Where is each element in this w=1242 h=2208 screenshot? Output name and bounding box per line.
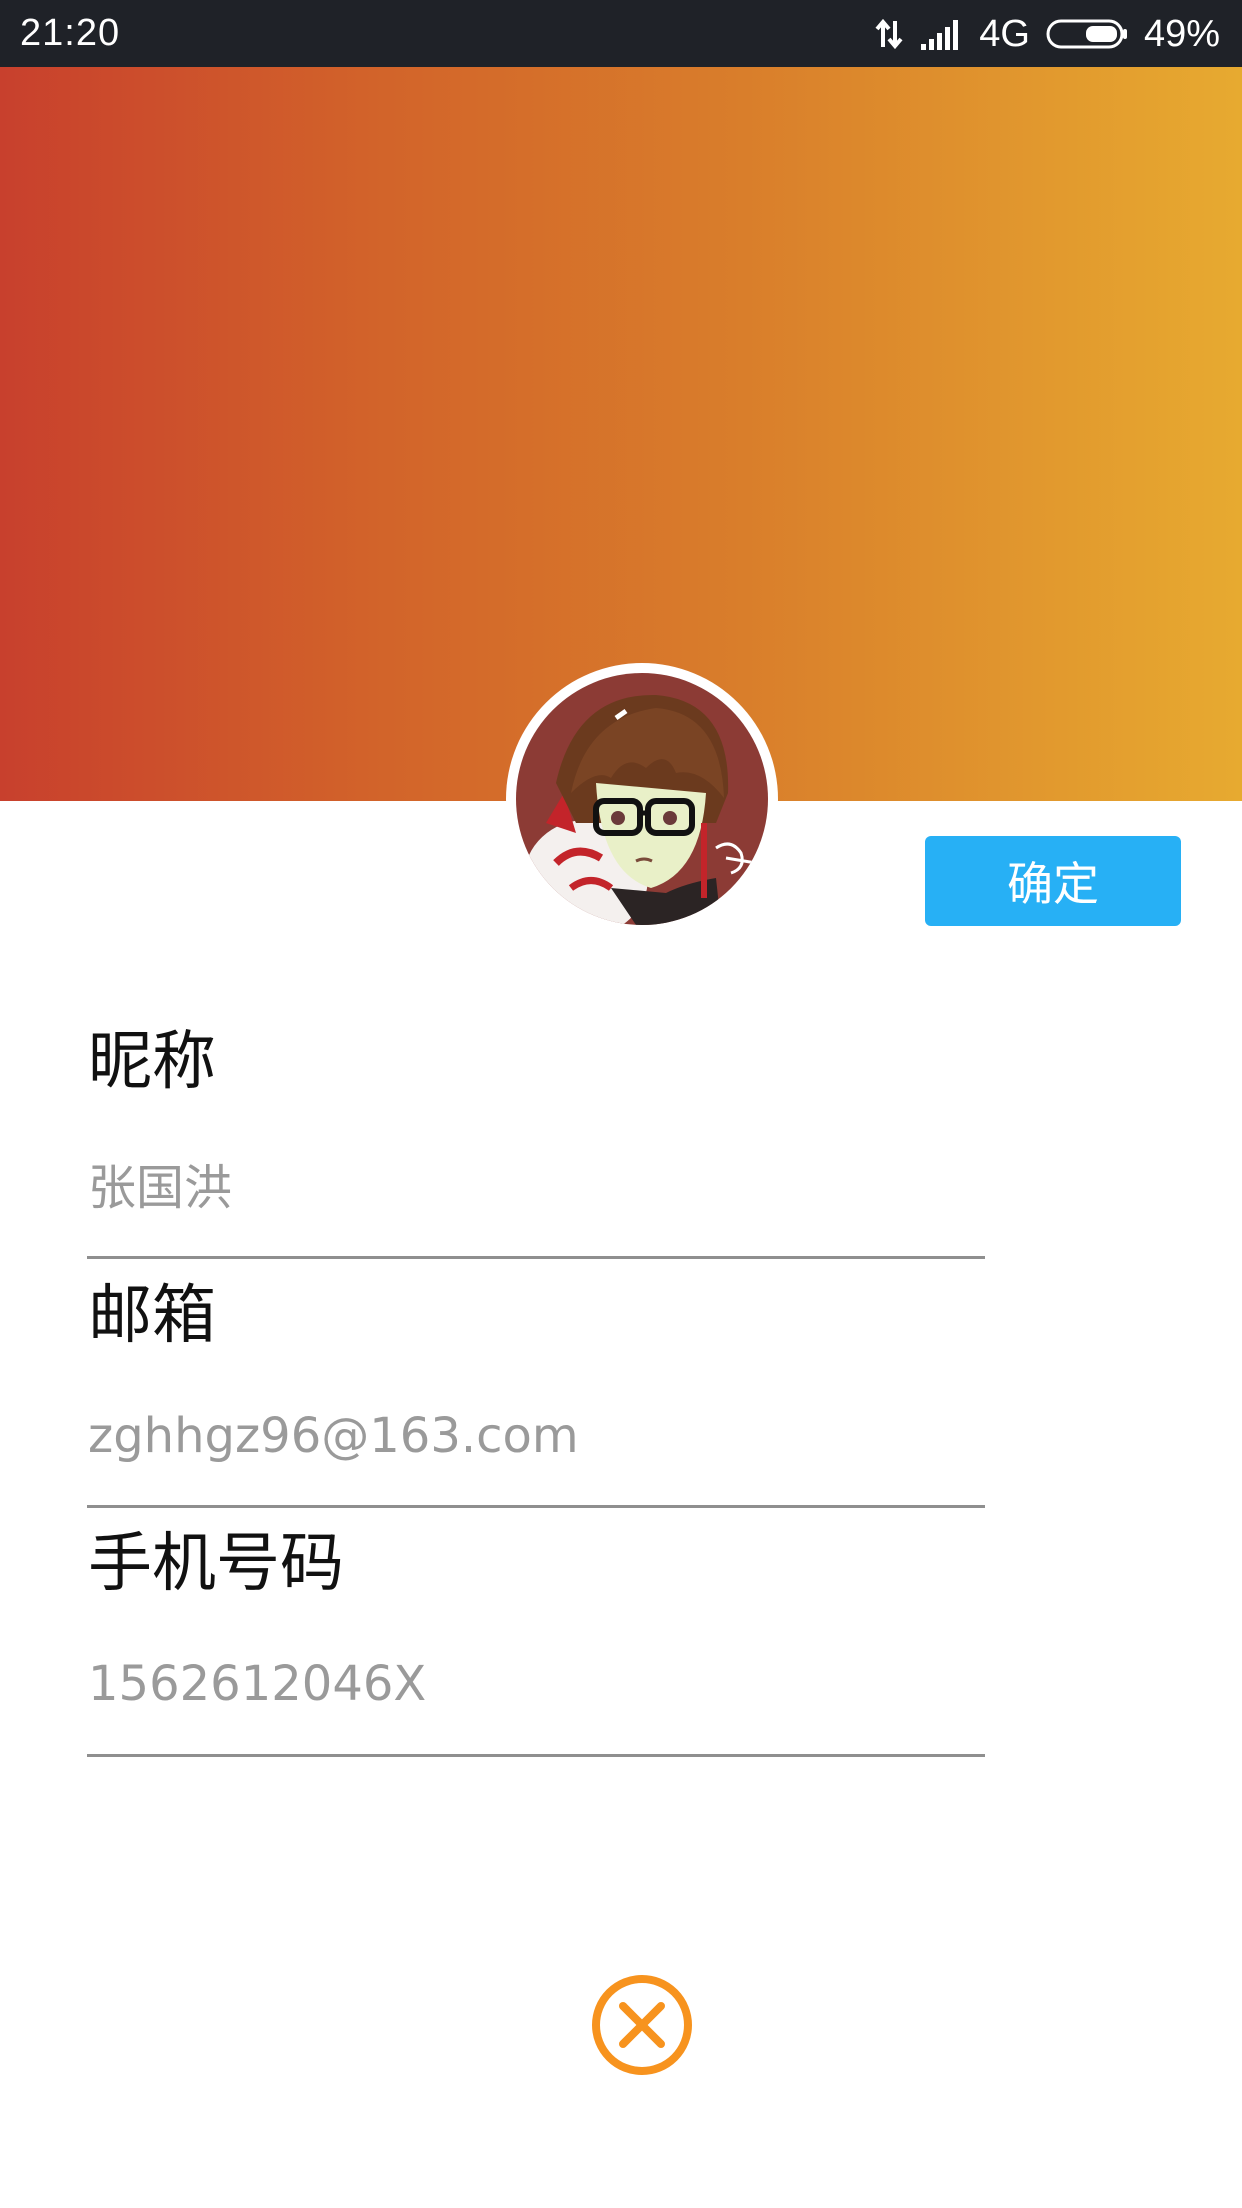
signal-icon <box>921 18 963 50</box>
data-transfer-icon <box>873 17 905 51</box>
email-input[interactable] <box>88 1406 978 1466</box>
status-bar: 21:20 4G 49% <box>0 0 1242 67</box>
battery-icon <box>1046 18 1128 50</box>
nickname-label: 昵称 <box>88 1025 216 1099</box>
avatar[interactable] <box>516 673 768 925</box>
network-type: 4G <box>979 12 1030 55</box>
phone-input[interactable] <box>88 1654 978 1714</box>
phone-underline <box>87 1754 985 1757</box>
status-time: 21:20 <box>20 12 121 54</box>
nickname-input[interactable] <box>88 1158 978 1218</box>
email-label: 邮箱 <box>88 1279 216 1353</box>
phone-label: 手机号码 <box>88 1527 344 1601</box>
close-button[interactable] <box>590 1973 694 2077</box>
email-underline <box>87 1505 985 1508</box>
battery-percent: 49% <box>1143 12 1220 55</box>
close-circle-icon <box>592 1975 692 2075</box>
status-icons: 4G 49% <box>873 0 1220 67</box>
avatar-frame[interactable] <box>506 663 778 935</box>
nickname-underline <box>87 1256 985 1259</box>
confirm-button[interactable]: 确定 <box>925 836 1181 926</box>
